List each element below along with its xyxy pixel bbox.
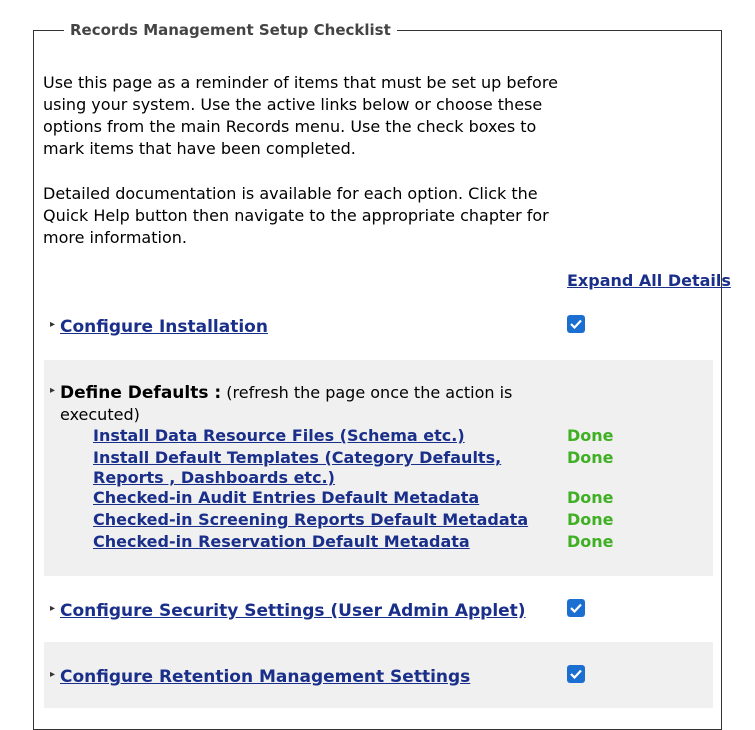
checklist-legend: Records Management Setup Checklist [64,20,397,40]
screening-reports-metadata-link[interactable]: Checked-in Screening Reports Default Met… [93,510,543,530]
section-security-settings: ▸ Configure Security Settings (User Admi… [44,584,713,638]
security-settings-link[interactable]: Configure Security Settings (User Admin … [60,600,526,622]
section-retention-settings: ▸ Configure Retention Management Setting… [44,642,713,708]
intro-paragraph-1: Use this page as a reminder of items tha… [43,73,558,158]
configure-installation-link[interactable]: Configure Installation [60,316,268,338]
audit-entries-metadata-link[interactable]: Checked-in Audit Entries Default Metadat… [93,488,543,508]
reservation-metadata-status: Done [567,532,614,551]
section-configure-installation: ▸ Configure Installation [44,300,713,356]
define-defaults-header: Define Defaults : (refresh the page once… [60,382,530,426]
section-define-defaults: ▸ Define Defaults : (refresh the page on… [44,360,713,576]
retention-settings-checkbox[interactable] [567,665,585,683]
screening-reports-metadata-status: Done [567,510,614,529]
security-settings-checkbox[interactable] [567,599,585,617]
reservation-metadata-link[interactable]: Checked-in Reservation Default Metadata [93,532,543,552]
retention-settings-link[interactable]: Configure Retention Management Settings [60,666,470,688]
configure-installation-checkbox[interactable] [567,315,585,333]
chevron-right-icon[interactable]: ▸ [50,604,55,614]
chevron-right-icon[interactable]: ▸ [50,386,55,396]
checkmark-icon [570,669,582,679]
install-data-resource-files-link[interactable]: Install Data Resource Files (Schema etc.… [93,426,543,446]
intro-paragraph-2: Detailed documentation is available for … [43,184,549,247]
install-data-resource-files-status: Done [567,426,614,445]
audit-entries-metadata-status: Done [567,488,614,507]
install-default-templates-status: Done [567,448,614,467]
expand-all-details-link[interactable]: Expand All Details [567,270,731,292]
checkmark-icon [570,603,582,613]
chevron-right-icon[interactable]: ▸ [50,320,55,330]
checkmark-icon [570,319,582,329]
define-defaults-title: Define Defaults : [60,383,222,403]
install-default-templates-link[interactable]: Install Default Templates (Category Defa… [93,448,543,488]
chevron-right-icon[interactable]: ▸ [50,670,55,680]
